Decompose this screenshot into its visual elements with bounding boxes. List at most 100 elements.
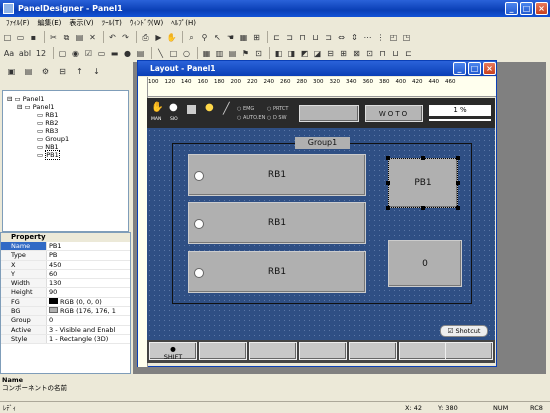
radio-icon[interactable]: ◉ [70, 48, 81, 59]
tree-item[interactable]: ▭ Group1 [37, 135, 69, 143]
group-a-icon[interactable]: ◧ [273, 48, 284, 59]
tree-panel[interactable]: ⊟ ▭ Panel1 [17, 103, 54, 111]
paste-icon[interactable]: ▤ [74, 32, 85, 43]
grab-icon[interactable]: ☚ [225, 32, 236, 43]
prop-row[interactable]: FG RGB (0, 0, 0) [1, 297, 130, 308]
same-height-icon[interactable]: ⇕ [349, 32, 360, 43]
prop-value[interactable]: 90 [47, 288, 130, 296]
hand-icon[interactable]: ✋ [166, 32, 177, 43]
group-h-icon[interactable]: ⊡ [364, 48, 375, 59]
align-center-icon[interactable]: ⊐ [284, 32, 295, 43]
prop-value[interactable]: PB [47, 251, 130, 259]
minimize-button[interactable]: _ [505, 2, 518, 15]
function-key[interactable] [249, 342, 297, 360]
resize-handle[interactable] [386, 181, 390, 185]
menu-file[interactable]: ﾌｧｲﾙ(F) [2, 17, 34, 29]
flag-icon[interactable]: ⚑ [240, 48, 251, 59]
lock-icon[interactable]: ⊡ [253, 48, 264, 59]
tree-list-icon[interactable]: ▤ [23, 66, 34, 77]
grid-c-icon[interactable]: ▤ [227, 48, 238, 59]
prop-row[interactable]: Width 130 [1, 279, 130, 289]
prop-value[interactable]: 130 [47, 279, 130, 287]
menu-view[interactable]: 表示(V) [65, 17, 97, 29]
group-j-icon[interactable]: ⊔ [390, 48, 401, 59]
prop-row[interactable]: X 450 [1, 260, 130, 270]
group-b-icon[interactable]: ◨ [286, 48, 297, 59]
prop-value[interactable]: 0 [47, 316, 130, 324]
group-d-icon[interactable]: ◪ [312, 48, 323, 59]
prop-value[interactable]: PB1 [47, 242, 130, 250]
group-c-icon[interactable]: ◩ [299, 48, 310, 59]
resize-handle[interactable] [421, 156, 425, 160]
maximize-button[interactable]: □ [520, 2, 533, 15]
grid-a-icon[interactable]: ▦ [201, 48, 212, 59]
resize-handle[interactable] [456, 156, 460, 160]
prop-row[interactable]: Group 0 [1, 316, 130, 326]
button-icon[interactable]: ▬ [109, 48, 120, 59]
push-button-pb1[interactable]: PB1 [388, 158, 458, 208]
lamp-icon[interactable]: ● [122, 48, 133, 59]
bring-front-icon[interactable]: ◰ [388, 32, 399, 43]
resize-handle[interactable] [386, 206, 390, 210]
ellipse-icon[interactable]: ○ [181, 48, 192, 59]
prop-value[interactable]: 450 [47, 261, 130, 269]
rect-icon[interactable]: ▭ [96, 48, 107, 59]
copy-icon[interactable]: ⧉ [61, 32, 72, 43]
undo-icon[interactable]: ↶ [107, 32, 118, 43]
snap-icon[interactable]: ⊞ [251, 32, 262, 43]
zoom-icon[interactable]: ⌕ [186, 32, 197, 43]
menu-edit[interactable]: 編集(E) [34, 17, 66, 29]
shift-key[interactable]: ● SHIFT [149, 342, 197, 361]
redo-icon[interactable]: ↷ [120, 32, 131, 43]
radio-button-rb3[interactable]: RB1 [188, 251, 366, 293]
label-icon[interactable]: Aa [2, 48, 16, 59]
prop-row[interactable]: Height 90 [1, 288, 130, 298]
blank-top-button[interactable] [299, 105, 359, 122]
tree-view-icon[interactable]: ▣ [6, 66, 17, 77]
delete-icon[interactable]: ✕ [87, 32, 98, 43]
combo-icon[interactable]: ▤ [135, 48, 146, 59]
prop-value[interactable]: 3 - Visible and Enabl [47, 326, 130, 334]
check-icon[interactable]: ☑ [83, 48, 94, 59]
numeric-box-nb1[interactable]: 0 [388, 240, 462, 287]
layout-close-button[interactable]: × [483, 62, 496, 75]
sio-bulb-icon[interactable]: ● [169, 102, 178, 113]
woto-button[interactable]: WOTO [365, 105, 423, 122]
group-i-icon[interactable]: ⊓ [377, 48, 388, 59]
group-e-icon[interactable]: ⊟ [325, 48, 336, 59]
tree-item[interactable]: ▭ RB1 [37, 111, 58, 119]
prop-row[interactable]: Active 3 - Visible and Enabl [1, 325, 130, 335]
resize-handle[interactable] [386, 156, 390, 160]
menu-help[interactable]: ﾍﾙﾌﾟ(H) [167, 17, 200, 29]
align-right-icon[interactable]: ⊐ [323, 32, 334, 43]
tree-item[interactable]: ▭ RB2 [37, 119, 58, 127]
space-v-icon[interactable]: ⋮ [375, 32, 386, 43]
open-icon[interactable]: ▭ [15, 32, 26, 43]
function-key[interactable] [349, 342, 397, 360]
lamp-icon[interactable]: ● [205, 102, 214, 113]
tree-del-icon[interactable]: ⊟ [57, 66, 68, 77]
shotcut-checkbox[interactable]: ☑ Shotcut [440, 325, 488, 337]
layout-minimize-button[interactable]: _ [453, 62, 466, 75]
cut-icon[interactable]: ✂ [48, 32, 59, 43]
move-up-icon[interactable]: ↑ [74, 66, 85, 77]
square-icon[interactable]: □ [168, 48, 179, 59]
resize-handle[interactable] [456, 181, 460, 185]
find-icon[interactable]: ⚲ [199, 32, 210, 43]
print-icon[interactable]: ⎙ [140, 32, 151, 43]
move-down-icon[interactable]: ↓ [91, 66, 102, 77]
tree-item[interactable]: ▭ RB3 [37, 127, 58, 135]
prop-value[interactable]: RGB (176, 176, 1 [47, 307, 130, 315]
man-hand-icon[interactable]: ✋ [151, 102, 163, 113]
function-key[interactable] [445, 342, 493, 360]
group-k-icon[interactable]: ⊏ [403, 48, 414, 59]
space-h-icon[interactable]: ⋯ [362, 32, 373, 43]
number-icon[interactable]: 12 [34, 48, 48, 59]
menu-window[interactable]: ｳｨﾝﾄﾞｳ(W) [126, 17, 167, 29]
radio-button-rb2[interactable]: RB1 [188, 202, 366, 244]
new-icon[interactable]: □ [2, 32, 13, 43]
radio-button-rb1[interactable]: RB1 [188, 154, 366, 196]
send-back-icon[interactable]: ◳ [401, 32, 412, 43]
layout-maximize-button[interactable]: □ [468, 62, 481, 75]
line-icon[interactable]: ╲ [155, 48, 166, 59]
